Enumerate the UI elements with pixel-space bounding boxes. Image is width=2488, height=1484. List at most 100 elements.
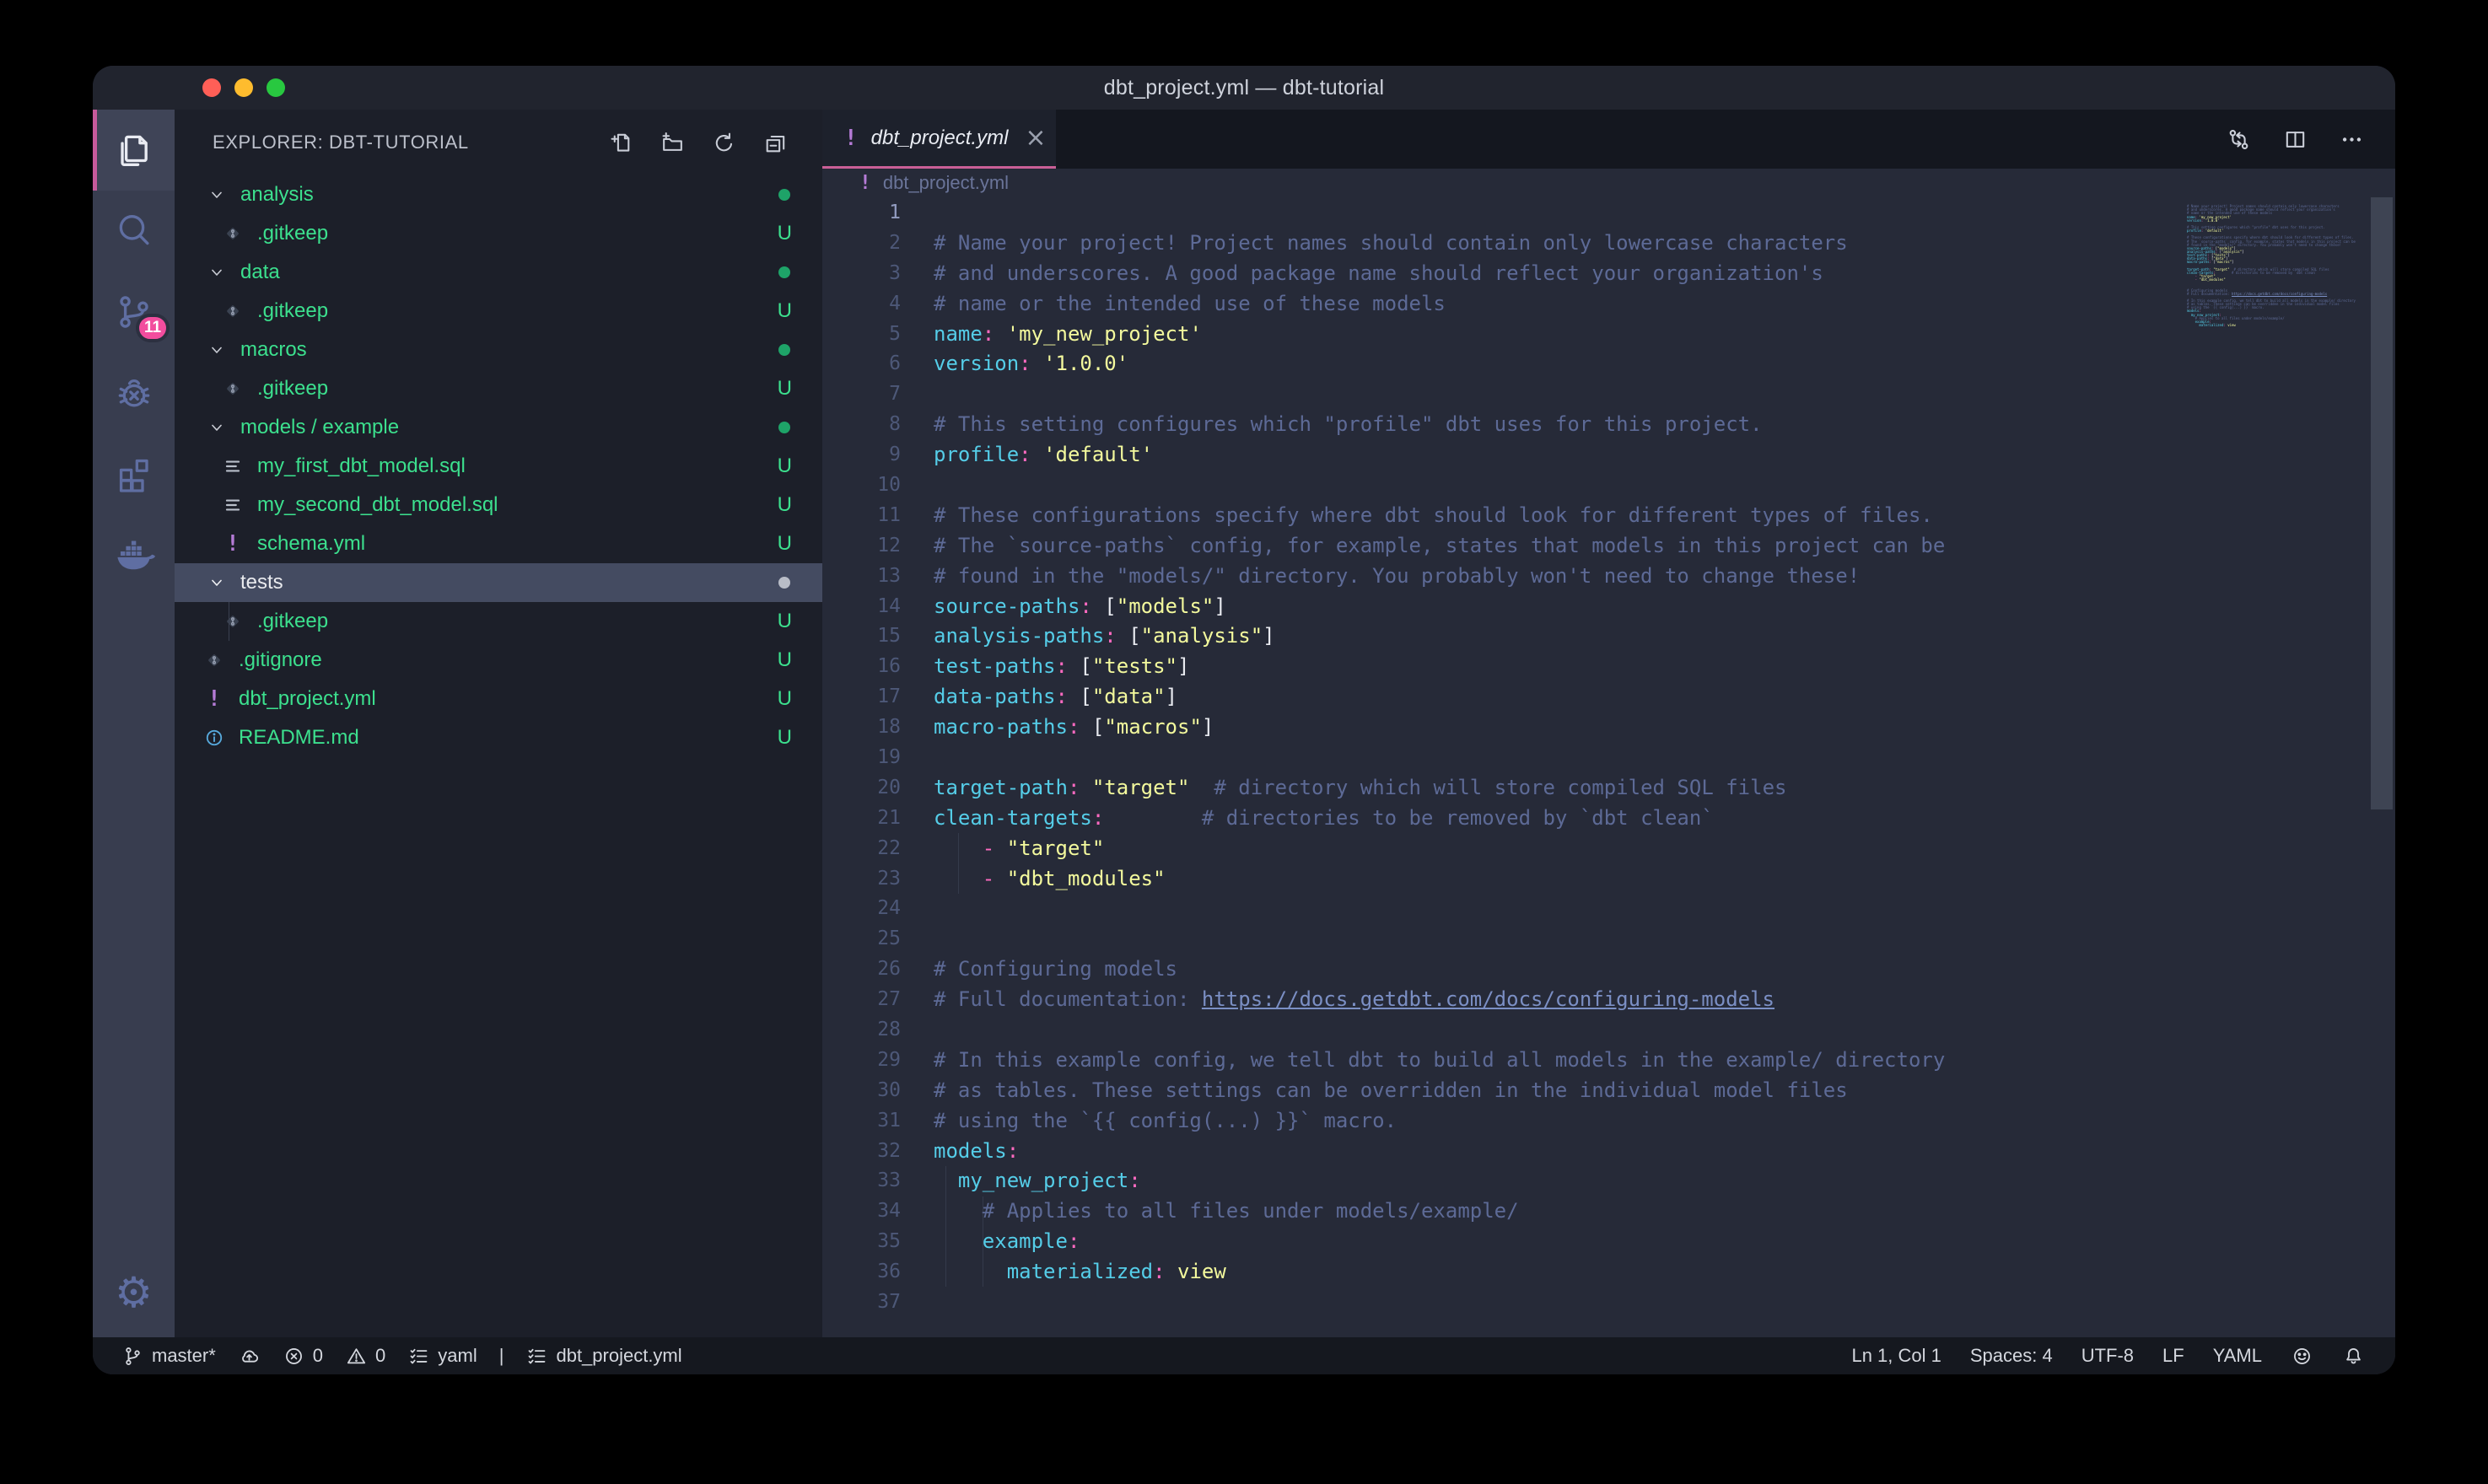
code-line[interactable]: 5name: 'my_new_project' (822, 319, 2395, 349)
code-line[interactable]: 34 # Applies to all files under models/e… (822, 1196, 2395, 1226)
git-file-icon (222, 223, 244, 245)
code-line[interactable]: 13# found in the "models/" directory. Yo… (822, 561, 2395, 591)
search-icon (113, 210, 155, 252)
tree-file--gitkeep[interactable]: .gitkeepU (175, 369, 822, 408)
code-line[interactable]: 28 (822, 1014, 2395, 1045)
status-notifications[interactable] (2342, 1345, 2365, 1368)
code-line[interactable]: 15analysis-paths: ["analysis"] (822, 621, 2395, 651)
tree-file-dbt-project-yml[interactable]: !dbt_project.ymlU (175, 680, 822, 718)
code-line[interactable]: 22 - "target" (822, 833, 2395, 863)
code-line[interactable]: 9profile: 'default' (822, 439, 2395, 470)
close-icon[interactable]: × (1025, 123, 1046, 153)
status-warnings[interactable]: 0 (345, 1345, 385, 1368)
status-tasks-yaml[interactable]: yaml (407, 1345, 477, 1368)
code-line[interactable]: 7 (822, 379, 2395, 409)
split-editor-button[interactable] (2282, 126, 2308, 153)
refresh-button[interactable] (711, 130, 737, 156)
tree-folder-data[interactable]: data (175, 253, 822, 292)
code-line[interactable]: 19 (822, 742, 2395, 772)
minimap[interactable]: # Name your project! Project names shoul… (2187, 201, 2366, 330)
tree-folder-macros[interactable]: macros (175, 331, 822, 369)
activity-bar-item-search[interactable] (93, 191, 175, 272)
yaml-warning-icon: ! (203, 688, 225, 710)
new-folder-button[interactable] (660, 130, 686, 156)
code-line[interactable]: 12# The `source-paths` config, for examp… (822, 530, 2395, 561)
tab-dbt-project-yml[interactable]: ! dbt_project.yml × (822, 110, 1056, 169)
code-line[interactable]: 35 example: (822, 1226, 2395, 1256)
code-editor[interactable]: 12# Name your project! Project names sho… (822, 197, 2395, 1337)
status-tasks-file[interactable]: dbt_project.yml (525, 1345, 681, 1368)
code-line[interactable]: 24 (822, 893, 2395, 923)
code-line[interactable]: 20target-path: "target" # directory whic… (822, 772, 2395, 803)
breadcrumb[interactable]: ! dbt_project.yml (822, 169, 2395, 197)
collapse-all-button[interactable] (762, 130, 789, 156)
code-line[interactable]: 32models: (822, 1136, 2395, 1166)
status-git-branch[interactable]: master* (121, 1345, 216, 1368)
code-line[interactable]: 10 (822, 470, 2395, 500)
new-file-button[interactable] (608, 130, 634, 156)
activity-bar-item-explorer[interactable] (93, 110, 175, 191)
status-sync[interactable] (238, 1345, 261, 1368)
more-actions-button[interactable] (2339, 126, 2365, 153)
code-line[interactable]: 17data-paths: ["data"] (822, 681, 2395, 712)
code-line[interactable]: 2# Name your project! Project names shou… (822, 228, 2395, 258)
status-encoding[interactable]: UTF-8 (2081, 1345, 2134, 1367)
status-eol[interactable]: LF (2162, 1345, 2184, 1367)
code-line[interactable]: 6version: '1.0.0' (822, 348, 2395, 379)
status-errors[interactable]: 0 (283, 1345, 323, 1368)
tree-folder-tests[interactable]: tests (175, 563, 822, 602)
line-number: 6 (822, 352, 901, 374)
tree-file--gitkeep[interactable]: .gitkeepU (175, 214, 822, 253)
tree-file-my-second-dbt-model-sql[interactable]: my_second_dbt_model.sqlU (175, 486, 822, 524)
code-line[interactable]: 31# using the `{{ config(...) }}` macro. (822, 1105, 2395, 1136)
code-line[interactable]: 27# Full documentation: https://docs.get… (822, 984, 2395, 1014)
activity-bar-item-settings[interactable]: ⚙ (115, 1272, 153, 1314)
code-line[interactable]: 3# and underscores. A good package name … (822, 258, 2395, 288)
status-cursor-position[interactable]: Ln 1, Col 1 (1851, 1345, 1941, 1367)
code-line[interactable]: 4# name or the intended use of these mod… (822, 288, 2395, 319)
tree-file--gitkeep[interactable]: .gitkeepU (175, 602, 822, 641)
zoom-window-button[interactable] (267, 78, 285, 97)
tree-file-my-first-dbt-model-sql[interactable]: my_first_dbt_model.sqlU (175, 447, 822, 486)
tree-folder-models-example[interactable]: models / example (175, 408, 822, 447)
vertical-scrollbar[interactable] (2371, 197, 2393, 809)
status-language-mode[interactable]: YAML (2213, 1345, 2262, 1367)
status-label: Spaces: 4 (1970, 1345, 2053, 1366)
title-bar[interactable]: dbt_project.yml — dbt-tutorial (93, 66, 2395, 110)
activity-bar-item-debug[interactable] (93, 352, 175, 433)
code-line[interactable]: 1 (822, 197, 2395, 228)
code-line[interactable]: 23 - "dbt_modules" (822, 863, 2395, 894)
line-number: 11 (822, 504, 901, 526)
activity-bar-item-extensions[interactable] (93, 433, 175, 514)
code-line[interactable]: 21clean-targets: # directories to be rem… (822, 803, 2395, 833)
tree-file--gitkeep[interactable]: .gitkeepU (175, 292, 822, 331)
activity-bar-item-docker[interactable] (93, 514, 175, 595)
code-line[interactable]: 36 materialized: view (822, 1256, 2395, 1287)
code-line[interactable]: 11# These configurations specify where d… (822, 500, 2395, 530)
status-indentation[interactable]: Spaces: 4 (1970, 1345, 2053, 1367)
status-feedback[interactable] (2291, 1345, 2313, 1368)
code-line[interactable]: 26# Configuring models (822, 954, 2395, 984)
minimize-window-button[interactable] (234, 78, 253, 97)
close-window-button[interactable] (202, 78, 221, 97)
tree-folder-analysis[interactable]: analysis (175, 175, 822, 214)
code-line[interactable]: 29# In this example config, we tell dbt … (822, 1045, 2395, 1075)
code-line[interactable]: 25 (822, 923, 2395, 954)
tree-file-schema-yml[interactable]: !schema.ymlU (175, 524, 822, 563)
code-line[interactable]: 14source-paths: ["models"] (822, 591, 2395, 621)
code-line[interactable]: 18macro-paths: ["macros"] (822, 712, 2395, 742)
code-line[interactable]: 16test-paths: ["tests"] (822, 651, 2395, 681)
activity-bar-item-source-control[interactable]: 11 (93, 272, 175, 352)
compare-changes-button[interactable] (2226, 126, 2252, 153)
code-line[interactable]: 30# as tables. These settings can be ove… (822, 1075, 2395, 1105)
line-number: 4 (822, 293, 901, 315)
line-number: 12 (822, 535, 901, 556)
cloud-upload-icon (238, 1345, 261, 1368)
code-line[interactable]: 33 my_new_project: (822, 1166, 2395, 1196)
code-line[interactable]: 37 (822, 1287, 2395, 1317)
code-line[interactable]: 8# This setting configures which "profil… (822, 409, 2395, 439)
status-label: UTF-8 (2081, 1345, 2134, 1366)
tree-file-readme-md[interactable]: README.mdU (175, 718, 822, 757)
tree-file--gitignore[interactable]: .gitignoreU (175, 641, 822, 680)
chevron-down-icon (207, 340, 227, 360)
